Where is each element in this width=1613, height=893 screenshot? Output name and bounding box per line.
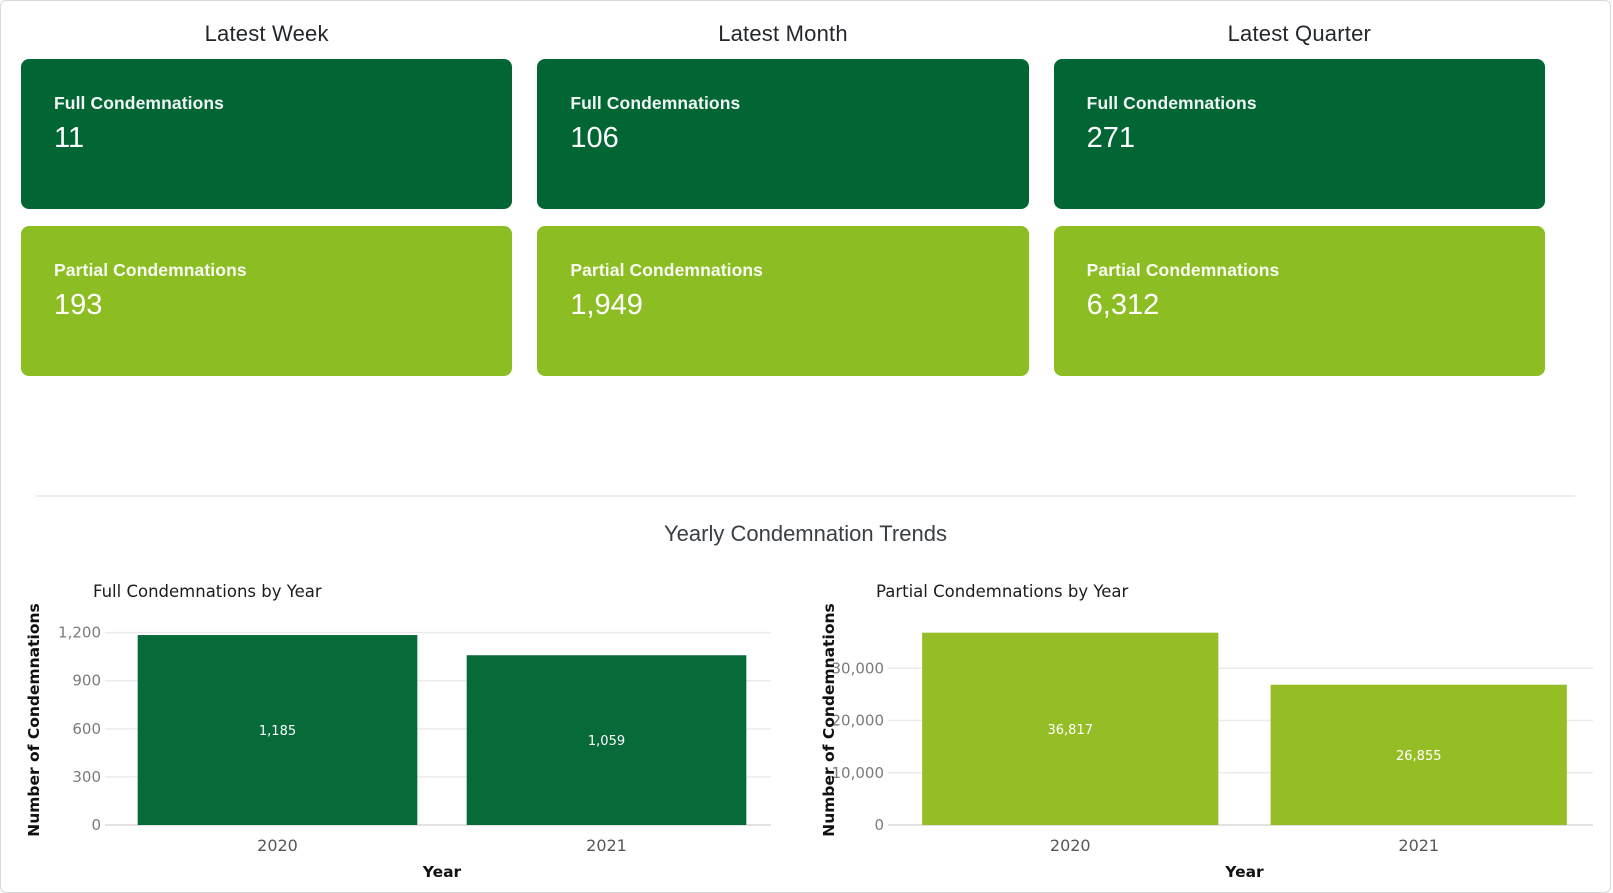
x-axis-title: Year <box>422 863 462 881</box>
y-tick-label: 900 <box>72 672 101 690</box>
chart-title: Partial Condemnations by Year <box>876 582 1129 601</box>
dashboard-root: Latest Week Full Condemnations 11 Partia… <box>0 0 1611 893</box>
y-tick-label: 30,000 <box>832 659 885 677</box>
card-value: 11 <box>54 122 492 155</box>
bar-value-label: 1,059 <box>588 734 625 749</box>
card-value: 1,949 <box>570 289 1008 322</box>
card-label: Partial Condemnations <box>570 260 1008 281</box>
card-label: Full Condemnations <box>1087 93 1525 114</box>
full-condemnations-chart: 0 300 600 900 1,200 1,185 2020 1,059 2021 Full Co… <box>21 555 796 890</box>
y-tick-label: 600 <box>72 720 101 738</box>
summary-column-week: Latest Week Full Condemnations 11 Partia… <box>21 21 512 393</box>
partial-condemnations-card: Partial Condemnations 193 <box>21 226 512 376</box>
x-axis-title: Year <box>1224 863 1264 881</box>
x-tick-label: 2020 <box>257 836 298 855</box>
chart-title: Full Condemnations by Year <box>93 582 322 601</box>
bar-value-label: 1,185 <box>259 724 296 739</box>
card-label: Partial Condemnations <box>54 260 492 281</box>
full-condemnations-card: Full Condemnations 11 <box>21 59 512 209</box>
y-tick-label: 10,000 <box>832 764 885 782</box>
summary-column-quarter: Latest Quarter Full Condemnations 271 Pa… <box>1054 21 1545 393</box>
bar-value-label: 36,817 <box>1048 723 1094 738</box>
y-axis-title: Number of Condemnations <box>820 603 838 837</box>
section-divider <box>36 495 1575 497</box>
y-tick-label: 20,000 <box>832 712 885 730</box>
x-tick-label: 2021 <box>1398 836 1439 855</box>
card-value: 106 <box>570 122 1008 155</box>
y-tick-label: 1,200 <box>58 624 101 642</box>
y-axis-title: Number of Condemnations <box>25 603 43 837</box>
card-label: Partial Condemnations <box>1087 260 1525 281</box>
period-title: Latest Week <box>21 21 512 47</box>
period-title: Latest Month <box>537 21 1028 47</box>
y-tick-label: 300 <box>72 768 101 786</box>
full-condemnations-card: Full Condemnations 271 <box>1054 59 1545 209</box>
x-tick-label: 2020 <box>1050 836 1091 855</box>
period-title: Latest Quarter <box>1054 21 1545 47</box>
y-tick-label: 0 <box>874 816 884 834</box>
card-value: 6,312 <box>1087 289 1525 322</box>
charts-section: 0 300 600 900 1,200 1,185 2020 1,059 2021 Full Co… <box>1 555 1610 890</box>
card-value: 193 <box>54 289 492 322</box>
card-label: Full Condemnations <box>54 93 492 114</box>
card-value: 271 <box>1087 122 1525 155</box>
bar-value-label: 26,855 <box>1396 749 1442 764</box>
card-label: Full Condemnations <box>570 93 1008 114</box>
partial-condemnations-card: Partial Condemnations 1,949 <box>537 226 1028 376</box>
summary-column-month: Latest Month Full Condemnations 106 Part… <box>537 21 1028 393</box>
y-tick-label: 0 <box>91 816 101 834</box>
trends-section-title: Yearly Condemnation Trends <box>1 521 1610 547</box>
x-tick-label: 2021 <box>586 836 627 855</box>
full-condemnations-card: Full Condemnations 106 <box>537 59 1028 209</box>
summary-section: Latest Week Full Condemnations 11 Partia… <box>1 1 1610 393</box>
partial-condemnations-chart: 0 10,000 20,000 30,000 36,817 2020 26,855 2021 P… <box>816 555 1606 890</box>
partial-condemnations-card: Partial Condemnations 6,312 <box>1054 226 1545 376</box>
